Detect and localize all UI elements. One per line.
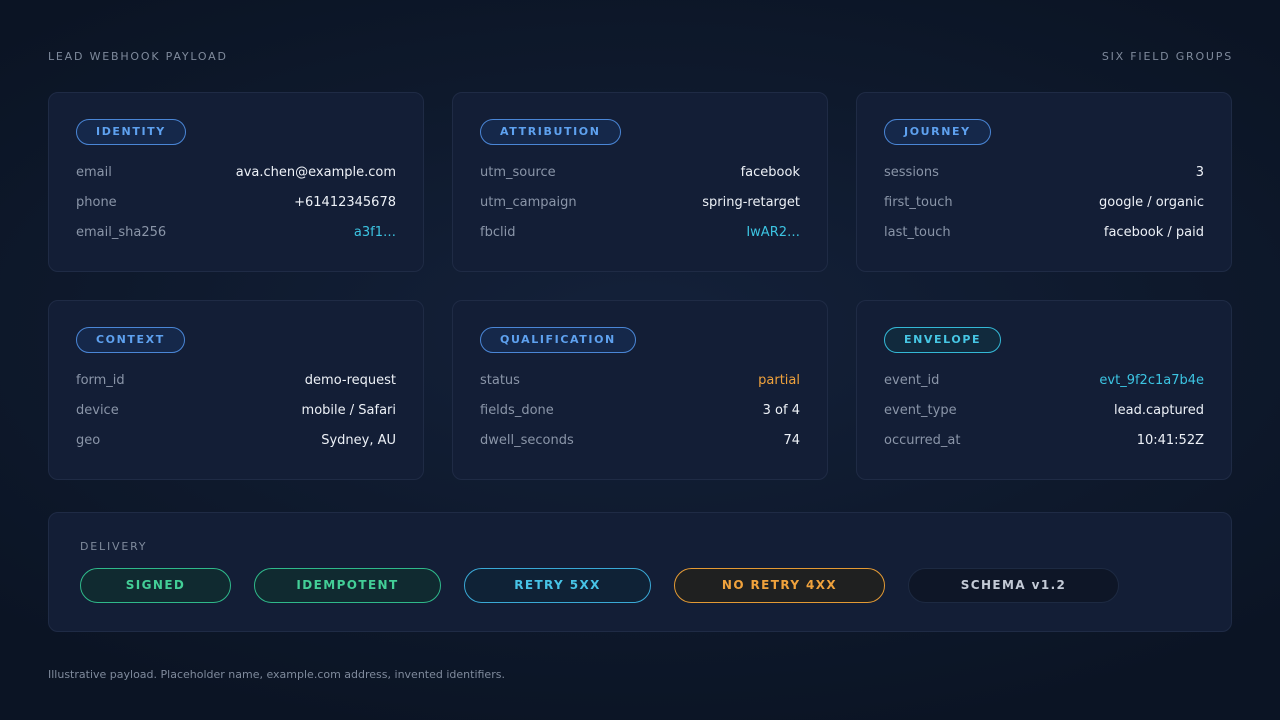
footnote: Illustrative payload. Placeholder name, … [48,668,505,681]
field-value: partial [758,373,800,388]
field-value: google / organic [1099,195,1204,210]
field-row: occurred_at 10:41:52Z [884,433,1204,451]
group-label-identity: IDENTITY [76,119,186,145]
field-row: utm_source facebook [480,165,800,183]
field-value: 3 [1195,165,1204,180]
field-value: a3f1… [353,225,396,240]
page-subtitle: SIX FIELD GROUPS [1101,50,1233,63]
card-journey: JOURNEY sessions 3 first_touch google / … [856,92,1232,272]
field-row: email_sha256 a3f1… [76,225,396,243]
card-identity: IDENTITY email ava.chen@example.com phon… [48,92,424,272]
field-key: last_touch [884,225,951,240]
field-row: phone +61412345678 [76,195,396,213]
field-row: email ava.chen@example.com [76,165,396,183]
field-key: event_id [884,373,940,388]
field-key: first_touch [884,195,953,210]
tag-schema-version: SCHEMA v1.2 [908,568,1119,603]
field-key: fields_done [480,403,554,418]
field-row: last_touch facebook / paid [884,225,1204,243]
card-attribution: ATTRIBUTION utm_source facebook utm_camp… [452,92,828,272]
field-value: facebook [740,165,800,180]
field-value: IwAR2… [746,225,800,240]
field-row: utm_campaign spring-retarget [480,195,800,213]
field-value: 10:41:52Z [1136,433,1204,448]
field-row: form_id demo-request [76,373,396,391]
group-label-envelope: ENVELOPE [884,327,1002,353]
delivery-label: DELIVERY [80,540,148,553]
tag-signed: SIGNED [80,568,231,603]
field-value: spring-retarget [702,195,800,210]
card-context: CONTEXT form_id demo-request device mobi… [48,300,424,480]
tag-no-retry-4xx: NO RETRY 4XX [674,568,885,603]
field-value: Sydney, AU [321,433,396,448]
field-key: event_type [884,403,957,418]
card-qualification: QUALIFICATION status partial fields_done… [452,300,828,480]
field-key: phone [76,195,117,210]
field-row: sessions 3 [884,165,1204,183]
field-row: event_id evt_9f2c1a7b4e [884,373,1204,391]
group-label-journey: JOURNEY [884,119,991,145]
field-key: email_sha256 [76,225,167,240]
delivery-panel: DELIVERY SIGNED IDEMPOTENT RETRY 5XX NO … [48,512,1232,632]
field-row: event_type lead.captured [884,403,1204,421]
field-value: 74 [783,433,800,448]
field-key: geo [76,433,101,448]
field-value: 3 of 4 [762,403,800,418]
field-row: status partial [480,373,800,391]
field-row: first_touch google / organic [884,195,1204,213]
field-value: evt_9f2c1a7b4e [1099,373,1204,388]
page-title: LEAD WEBHOOK PAYLOAD [48,50,228,63]
field-row: geo Sydney, AU [76,433,396,451]
card-envelope: ENVELOPE event_id evt_9f2c1a7b4e event_t… [856,300,1232,480]
header: LEAD WEBHOOK PAYLOAD SIX FIELD GROUPS [48,50,1233,64]
tag-retry-5xx: RETRY 5XX [464,568,651,603]
field-key: form_id [76,373,125,388]
field-key: utm_campaign [480,195,577,210]
tag-idempotent: IDEMPOTENT [254,568,441,603]
field-key: email [76,165,112,180]
field-key: status [480,373,520,388]
field-key: fbclid [480,225,516,240]
field-row: device mobile / Safari [76,403,396,421]
field-row: fields_done 3 of 4 [480,403,800,421]
field-key: utm_source [480,165,556,180]
field-value: ava.chen@example.com [235,165,396,180]
field-key: sessions [884,165,939,180]
field-value: lead.captured [1114,403,1204,418]
field-key: dwell_seconds [480,433,574,448]
field-row: dwell_seconds 74 [480,433,800,451]
field-value: demo-request [304,373,396,388]
field-row: fbclid IwAR2… [480,225,800,243]
group-label-context: CONTEXT [76,327,185,353]
field-key: occurred_at [884,433,961,448]
field-value: +61412345678 [294,195,396,210]
field-value: facebook / paid [1103,225,1204,240]
group-label-qualification: QUALIFICATION [480,327,636,353]
field-value: mobile / Safari [301,403,396,418]
group-label-attribution: ATTRIBUTION [480,119,621,145]
field-key: device [76,403,119,418]
